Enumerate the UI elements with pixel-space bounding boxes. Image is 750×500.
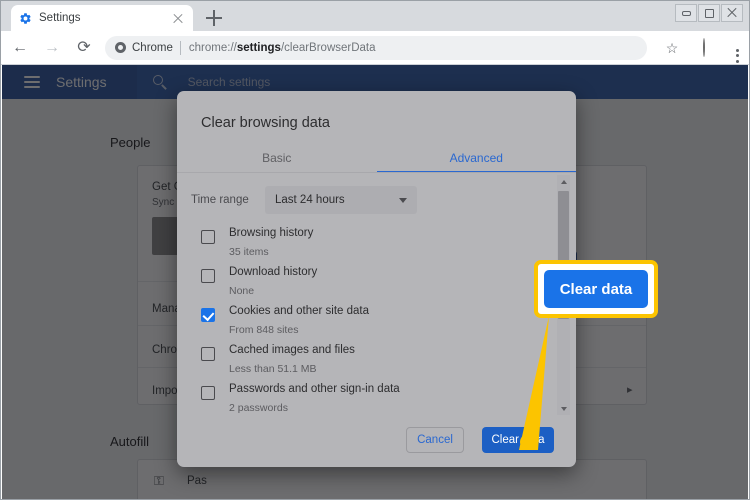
close-icon[interactable] (171, 11, 185, 25)
checkbox-cached-images[interactable] (201, 347, 215, 361)
dialog-tabs: Basic Advanced (177, 143, 576, 173)
forward-icon: → (39, 35, 65, 61)
time-range-value: Last 24 hours (275, 194, 345, 206)
forward-arrow-glyph: → (44, 40, 60, 56)
option-label: Passwords and other sign-in data (229, 377, 576, 396)
option-detail: None (229, 279, 576, 297)
browser-toolbar: ← → ⟳ Chrome chrome://settings/clearBrow… (1, 31, 749, 65)
url-suffix: /clearBrowserData (281, 42, 376, 54)
back-arrow-glyph: ← (12, 40, 28, 56)
list-item[interactable]: Passwords and other sign-in data 2 passw… (177, 377, 576, 416)
scroll-down-icon[interactable] (557, 402, 570, 415)
time-range-row: Time range Last 24 hours (191, 183, 561, 217)
maximize-button[interactable] (698, 4, 720, 22)
checkbox-passwords[interactable] (201, 386, 215, 400)
omnibox-divider (180, 41, 181, 55)
window-controls (675, 4, 743, 22)
callout-clear-data-button[interactable]: Clear data (544, 270, 648, 308)
option-detail: Less than 51.1 MB (229, 357, 576, 375)
omnibox-scheme-label: Chrome (132, 42, 173, 54)
option-label: Autofill form data (229, 416, 576, 417)
chevron-down-icon (399, 198, 407, 203)
dialog-title: Clear browsing data (201, 115, 330, 131)
cancel-button[interactable]: Cancel (406, 427, 464, 453)
clear-data-button[interactable]: Clear data (482, 427, 554, 453)
dialog-body: Time range Last 24 hours Browsing histor… (177, 173, 576, 417)
address-bar[interactable]: Chrome chrome://settings/clearBrowserDat… (105, 36, 647, 60)
url-bold: settings (237, 42, 281, 54)
callout-highlight: Clear data (534, 260, 658, 318)
tab-advanced-label: Advanced (450, 151, 503, 165)
avatar[interactable] (691, 35, 717, 61)
list-item[interactable]: Cookies and other site data From 848 sit… (177, 299, 576, 338)
tab-advanced[interactable]: Advanced (377, 143, 577, 173)
list-item[interactable]: Download history None (177, 260, 576, 299)
avatar-image (703, 40, 705, 56)
clear-browsing-data-dialog: Clear browsing data Basic Advanced Time … (177, 91, 576, 467)
list-item[interactable]: Cached images and files Less than 51.1 M… (177, 338, 576, 377)
url-prefix: chrome:// (189, 42, 237, 54)
screenshot-root: Settings ← → ⟳ Chrome (0, 0, 750, 500)
checkbox-cookies[interactable] (201, 308, 215, 322)
chrome-menu-icon[interactable] (723, 35, 749, 61)
security-icon (115, 42, 126, 53)
option-detail: From 848 sites (229, 318, 576, 336)
checkbox-download-history[interactable] (201, 269, 215, 283)
tab-strip: Settings (1, 1, 749, 31)
time-range-select[interactable]: Last 24 hours (265, 186, 417, 214)
list-item[interactable]: Browsing history 35 items (177, 221, 576, 260)
option-label: Cached images and files (229, 338, 576, 357)
browser-tab-settings[interactable]: Settings (11, 5, 193, 31)
reload-glyph: ⟳ (77, 40, 90, 56)
star-glyph: ☆ (666, 41, 679, 55)
time-range-label: Time range (191, 194, 265, 206)
omnibox-url: chrome://settings/clearBrowserData (189, 42, 376, 54)
reload-icon[interactable]: ⟳ (71, 35, 97, 61)
tab-basic-label: Basic (262, 151, 291, 165)
dialog-footer: Cancel Clear data (177, 419, 576, 467)
option-detail: 35 items (229, 240, 576, 258)
option-label: Cookies and other site data (229, 299, 576, 318)
tab-basic[interactable]: Basic (177, 143, 377, 173)
bookmark-star-icon[interactable]: ☆ (659, 35, 685, 61)
option-label: Browsing history (229, 221, 576, 240)
new-tab-button[interactable] (203, 7, 225, 29)
window-close-button[interactable] (721, 4, 743, 22)
back-icon[interactable]: ← (7, 35, 33, 61)
option-label: Download history (229, 260, 576, 279)
option-detail: 2 passwords (229, 396, 576, 414)
gear-icon (19, 12, 32, 25)
list-item[interactable]: Autofill form data (177, 416, 576, 417)
checkbox-browsing-history[interactable] (201, 230, 215, 244)
scroll-up-icon[interactable] (557, 175, 570, 188)
browser-window: Settings ← → ⟳ Chrome (0, 0, 750, 500)
minimize-button[interactable] (675, 4, 697, 22)
tab-title: Settings (39, 12, 171, 24)
data-type-list: Browsing history 35 items Download histo… (177, 221, 576, 417)
